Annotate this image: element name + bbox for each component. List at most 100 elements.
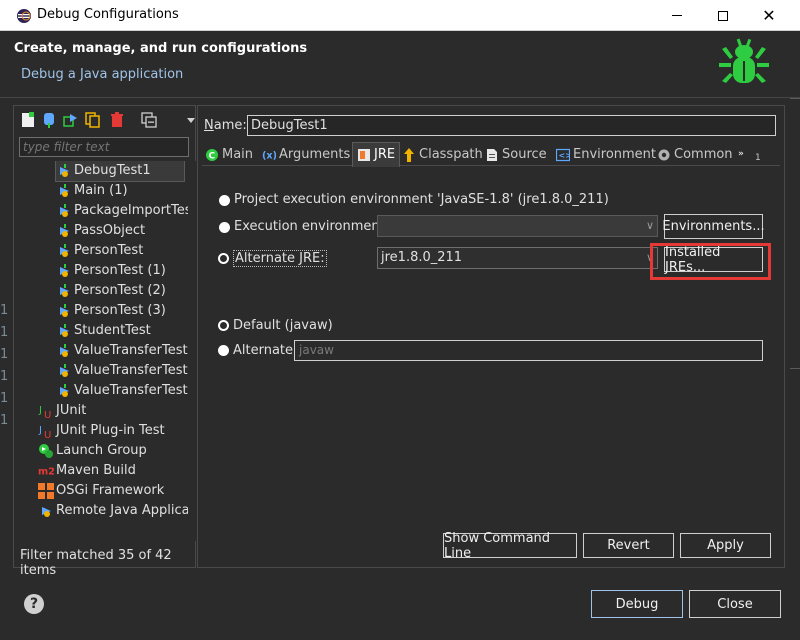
- exec-env-combo[interactable]: ∨: [377, 215, 658, 237]
- exec-env-radio[interactable]: [219, 222, 230, 233]
- tree-item-label: ValueTransferTest: [74, 363, 188, 378]
- tree-item-label: Remote Java Applica: [56, 503, 188, 518]
- tree-item[interactable]: PackageImportTes: [56, 201, 188, 221]
- tree-item[interactable]: PersonTest: [56, 241, 143, 261]
- tab-label: Main: [222, 147, 254, 162]
- tree-item[interactable]: ValueTransferTest: [56, 341, 188, 361]
- tree-item[interactable]: ValueTransferTest: [56, 361, 188, 381]
- project-env-radio[interactable]: [219, 195, 230, 206]
- tree-item[interactable]: J U JUnit: [38, 401, 86, 421]
- delete-configuration-icon[interactable]: [108, 111, 125, 128]
- tree-item-label: PersonTest (3): [74, 303, 166, 318]
- tree-item-label: JUnit Plug-in Test: [56, 423, 165, 438]
- project-env-label: Project execution environment 'JavaSE-1.…: [234, 192, 609, 207]
- close-window-button[interactable]: ✕: [746, 0, 792, 31]
- tab-jre[interactable]: JRE: [352, 142, 401, 167]
- tab-arguments[interactable]: (x)=Arguments: [262, 144, 350, 166]
- name-label: Name:: [204, 118, 247, 133]
- java-app-icon: [56, 223, 72, 239]
- minimize-button[interactable]: [654, 0, 700, 31]
- tree-item[interactable]: m2 Maven Build: [38, 461, 136, 481]
- tab-1[interactable]: » 1: [738, 144, 761, 166]
- tree-item-label: Launch Group: [56, 443, 147, 458]
- configurations-toolbar: [14, 106, 195, 134]
- java-app-icon: [56, 263, 72, 279]
- export-configuration-icon[interactable]: [62, 111, 79, 128]
- jre-tab-icon: [357, 148, 371, 162]
- tree-item[interactable]: PersonTest (3): [56, 301, 166, 321]
- overflow-tab-icon: »: [738, 148, 752, 162]
- launch-group-icon: [38, 443, 54, 459]
- tree-item[interactable]: Remote Java Applica: [38, 501, 188, 521]
- osgi-icon: [38, 483, 54, 499]
- background-editor-gutter: 111111: [0, 303, 9, 428]
- tree-item[interactable]: PassObject: [56, 221, 145, 241]
- filter-status: Filter matched 35 of 42 items: [20, 548, 172, 578]
- header-separator: [0, 97, 800, 98]
- window-title: Debug Configurations: [37, 7, 179, 22]
- tab-environment[interactable]: <> Environment: [556, 144, 656, 166]
- junit-icon: JU: [38, 403, 54, 419]
- maximize-icon: [718, 10, 728, 21]
- tab-main[interactable]: C Main: [205, 144, 253, 166]
- tab-label: Environment: [573, 147, 657, 162]
- tree-item-label: ValueTransferTest: [74, 383, 188, 398]
- tree-item[interactable]: ValueTransferTest: [56, 381, 188, 401]
- minimize-icon: [672, 15, 682, 16]
- tree-item-label: PersonTest (2): [74, 283, 166, 298]
- tab-classpath[interactable]: Classpath: [402, 144, 483, 166]
- close-button[interactable]: Close: [689, 590, 781, 618]
- tree-scrollbar[interactable]: [190, 161, 196, 541]
- tree-item[interactable]: DebugTest1: [55, 161, 185, 182]
- alternate-jre-combo[interactable]: jre1.8.0_211 ∨: [377, 247, 658, 269]
- tree-item[interactable]: PersonTest (1): [56, 261, 166, 281]
- help-icon[interactable]: ?: [24, 594, 44, 614]
- show-command-line-button[interactable]: Show Command Line: [443, 531, 577, 561]
- exec-env-label: Execution environment:: [234, 219, 390, 234]
- new-configuration-icon[interactable]: [19, 111, 36, 128]
- tree-item[interactable]: Main (1): [56, 181, 128, 201]
- maximize-button[interactable]: [700, 0, 746, 31]
- alternate-javaw-radio[interactable]: [218, 345, 229, 356]
- eclipse-icon: [17, 9, 31, 23]
- configuration-editor: Name: C Main (x)=Arguments JRE Classpath Sour…: [197, 105, 785, 568]
- tree-item[interactable]: StudentTest: [56, 321, 151, 341]
- tab-common[interactable]: Common: [657, 144, 733, 166]
- java-app-icon: [56, 383, 72, 399]
- tree-item-label: Main (1): [74, 183, 128, 198]
- name-input[interactable]: [247, 115, 776, 136]
- default-javaw-label: Default (javaw): [233, 318, 333, 333]
- duplicate-configuration-icon[interactable]: [84, 111, 101, 128]
- tab-source[interactable]: Source: [485, 144, 547, 166]
- environments-button[interactable]: Environments...: [662, 214, 765, 239]
- tree-item[interactable]: J U JUnit Plug-in Test: [38, 421, 165, 441]
- configurations-panel: DebugTest1 Main (1) PackageImportTes PassOb…: [13, 105, 196, 578]
- collapse-all-icon[interactable]: [140, 111, 157, 128]
- configurations-tree: DebugTest1 Main (1) PackageImportTes PassOb…: [18, 161, 188, 541]
- installed-jres-button[interactable]: Installed JREs...: [664, 245, 763, 275]
- tree-item-label: DebugTest1: [74, 163, 151, 178]
- environment-tab-icon: <>: [556, 148, 570, 162]
- filter-input[interactable]: [19, 137, 189, 157]
- new-prototype-icon[interactable]: [40, 111, 57, 128]
- tree-item[interactable]: OSGi Framework: [38, 481, 164, 501]
- java-app-icon: [56, 203, 72, 219]
- svg-text:<>: <>: [559, 151, 571, 160]
- tree-item-label: PackageImportTes: [74, 203, 188, 218]
- apply-button[interactable]: Apply: [680, 533, 771, 558]
- revert-button[interactable]: Revert: [583, 533, 674, 558]
- header-subtitle: Debug a Java application: [21, 67, 184, 82]
- java-app-icon: [56, 303, 72, 319]
- default-javaw-radio[interactable]: [218, 320, 229, 331]
- tab-label: Common: [674, 147, 733, 162]
- tree-item[interactable]: Launch Group: [38, 441, 147, 461]
- debug-button[interactable]: Debug: [591, 590, 683, 618]
- tree-item[interactable]: PersonTest (2): [56, 281, 166, 301]
- alternate-javaw-input[interactable]: javaw: [294, 340, 763, 361]
- java-app-icon: [56, 183, 72, 199]
- close-icon: ✕: [762, 6, 776, 25]
- java-app-icon: [56, 163, 72, 179]
- maven-icon: m2: [38, 463, 54, 479]
- svg-text:»: »: [738, 149, 744, 159]
- alternate-jre-radio[interactable]: [218, 253, 229, 264]
